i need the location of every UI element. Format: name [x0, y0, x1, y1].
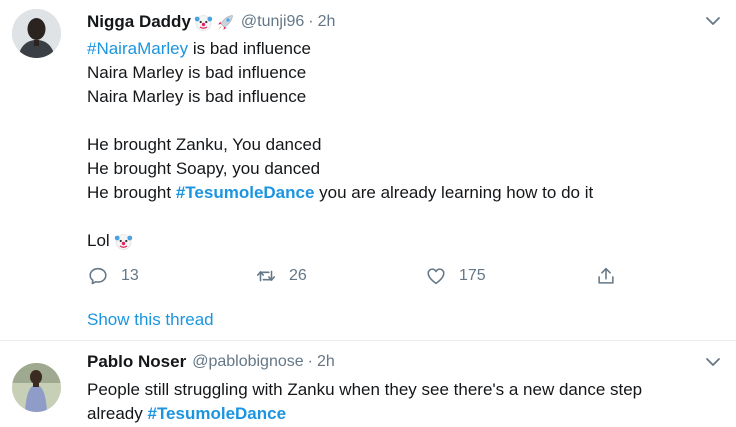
avatar[interactable]	[12, 9, 61, 58]
tweet-actions: 13 26 175	[87, 265, 627, 289]
tweet-line: #NairaMarley is bad influence	[87, 39, 311, 58]
user-handle[interactable]: @pablobignose	[192, 353, 303, 371]
retweet-icon	[256, 270, 276, 282]
hashtag-link[interactable]: #TesumoleDance	[176, 183, 315, 202]
display-name[interactable]: Pablo Noser	[87, 352, 186, 372]
tweet-line: People still struggling with Zanku when …	[87, 380, 643, 399]
tweet-line: He brought #TesumoleDance you are alread…	[87, 183, 594, 202]
display-name[interactable]: Nigga Daddy	[87, 12, 191, 32]
hashtag-link[interactable]: #NairaMarley	[87, 39, 188, 58]
tweet-line: Lol	[87, 229, 707, 253]
show-thread-link[interactable]: Show this thread	[87, 310, 214, 330]
hashtag-link[interactable]: #TesumoleDance	[147, 404, 286, 423]
reply-count: 13	[121, 267, 139, 284]
reply-button[interactable]: 13	[87, 265, 139, 287]
timestamp[interactable]: 2h	[317, 353, 335, 371]
separator-dot: ·	[308, 13, 314, 30]
clown-face-icon	[114, 232, 133, 251]
user-handle[interactable]: @tunji96	[241, 13, 304, 31]
retweet-count: 26	[289, 267, 307, 284]
retweet-button[interactable]: 26	[255, 265, 307, 287]
tweet-header: Nigga Daddy @tunji96 · 2h	[87, 11, 335, 33]
tweet-text: #NairaMarley is bad influence Naira Marl…	[87, 37, 707, 253]
tweet-line: Naira Marley is bad influence	[87, 87, 307, 106]
tweet-line: Naira Marley is bad influence	[87, 63, 307, 82]
tweet-header: Pablo Noser @pablobignose · 2h	[87, 352, 335, 372]
share-button[interactable]	[595, 265, 617, 287]
tweet-line: He brought Soapy, you danced	[87, 159, 321, 178]
clown-face-icon	[194, 13, 213, 32]
tweet[interactable]: Nigga Daddy @tunji96 · 2h #NairaMarley i…	[0, 0, 736, 341]
reply-icon	[89, 267, 107, 285]
timestamp[interactable]: 2h	[318, 13, 336, 31]
tweet-text: People still struggling with Zanku when …	[87, 378, 717, 426]
tweet-line: already #TesumoleDance	[87, 404, 287, 423]
tweet-line: He brought Zanku, You danced	[87, 135, 322, 154]
share-icon	[598, 267, 614, 284]
like-icon	[427, 268, 445, 285]
separator-dot: ·	[307, 353, 313, 370]
like-button[interactable]: 175	[425, 265, 486, 287]
chevron-down-icon[interactable]	[704, 12, 722, 30]
rocket-icon	[216, 13, 235, 32]
avatar[interactable]	[12, 363, 61, 412]
like-count: 175	[459, 267, 486, 284]
chevron-down-icon[interactable]	[704, 353, 722, 371]
